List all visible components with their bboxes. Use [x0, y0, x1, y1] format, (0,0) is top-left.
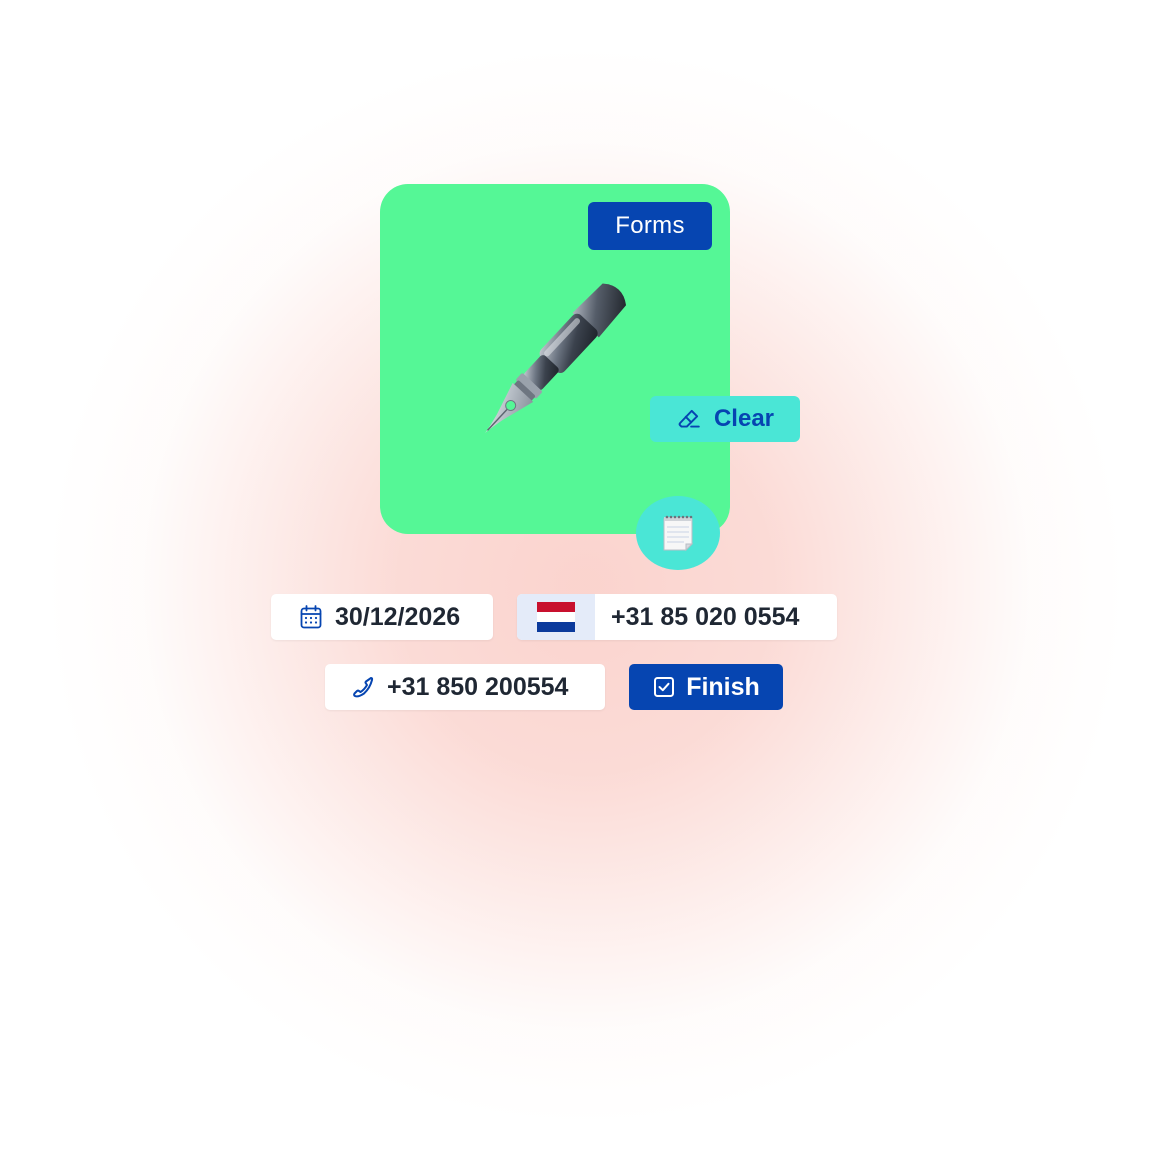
- page-background: Forms Clear 30/12/2026 +31 85 020 0554 +…: [0, 0, 1172, 1172]
- intl-phone-value: +31 85 020 0554: [611, 602, 800, 631]
- notepad-button[interactable]: [636, 496, 720, 570]
- clear-button-label: Clear: [713, 405, 775, 432]
- country-selector[interactable]: [517, 594, 595, 640]
- netherlands-flag-icon: [537, 602, 575, 632]
- clear-button[interactable]: Clear: [650, 396, 800, 442]
- fountain-pen-icon: [484, 283, 627, 434]
- finish-button-label: Finish: [686, 672, 760, 701]
- forms-tag-label: Forms: [615, 212, 685, 239]
- checkbox-icon: [652, 675, 676, 699]
- date-value: 30/12/2026: [335, 602, 461, 631]
- phone-icon: [351, 675, 375, 699]
- phone-value: +31 850 200554: [387, 672, 569, 701]
- finish-button[interactable]: Finish: [629, 664, 783, 710]
- intl-phone-field[interactable]: +31 85 020 0554: [517, 594, 837, 640]
- notepad-icon: [663, 515, 694, 552]
- phone-field[interactable]: +31 850 200554: [325, 664, 605, 710]
- calendar-icon: [299, 604, 323, 630]
- forms-tag: Forms: [588, 202, 712, 250]
- date-field[interactable]: 30/12/2026: [271, 594, 493, 640]
- eraser-icon: [676, 406, 702, 432]
